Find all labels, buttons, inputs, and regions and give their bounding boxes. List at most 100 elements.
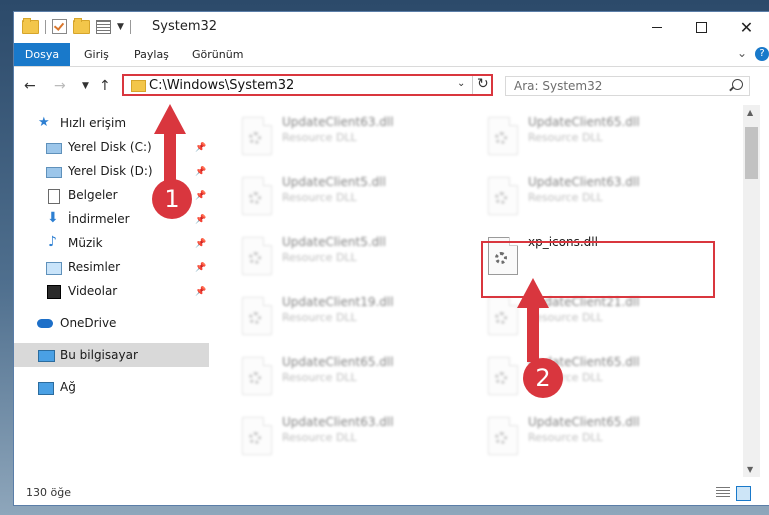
sidebar-item-network[interactable]: Ağ: [14, 375, 209, 399]
file-name: UpdateClient65.dll: [282, 355, 394, 369]
sidebar-item-this-pc[interactable]: Bu bilgisayar: [14, 343, 209, 367]
gear-icon: [249, 372, 261, 384]
file-name: UpdateClient63.dll: [282, 115, 394, 129]
sidebar-item-label: İndirmeler: [68, 212, 130, 226]
address-divider: [472, 76, 473, 94]
file-type: Resource DLL: [528, 131, 603, 144]
list-item[interactable]: UpdateClient5.dll Resource DLL: [210, 227, 440, 277]
tab-home[interactable]: Giriş: [74, 43, 119, 66]
new-folder-icon[interactable]: [73, 17, 90, 34]
properties-icon[interactable]: [96, 19, 111, 34]
list-item[interactable]: UpdateClient5.dll Resource DLL: [210, 167, 440, 217]
file-name: UpdateClient19.dll: [282, 295, 394, 309]
up-arrow-icon[interactable]: ↑: [99, 78, 111, 94]
status-bar: 130 öğe: [14, 481, 769, 505]
gear-icon: [249, 312, 261, 324]
back-arrow-icon[interactable]: ←: [24, 78, 36, 94]
file-type: Resource DLL: [282, 251, 357, 264]
scroll-up-arrow-icon[interactable]: ▲: [747, 108, 753, 117]
video-icon: [47, 285, 61, 299]
minimize-button[interactable]: [634, 12, 679, 43]
list-item[interactable]: UpdateClient63.dll Resource DLL: [210, 407, 440, 457]
close-button[interactable]: ✕: [724, 12, 769, 43]
details-view-icon[interactable]: [716, 487, 730, 498]
step-2-badge: 2: [523, 358, 563, 398]
large-icons-view-icon[interactable]: [736, 486, 751, 501]
navigation-bar: ← → ▼ ↑ C:\Windows\System32 ⌄ ↻ Ara: Sys…: [14, 67, 769, 103]
drive-icon: [46, 167, 62, 178]
toolbar-divider: [129, 19, 131, 34]
sidebar-item-onedrive[interactable]: OneDrive: [14, 311, 209, 335]
sidebar-item-pictures[interactable]: Resimler 📌: [14, 255, 209, 279]
sidebar-item-music[interactable]: ♪ Müzik 📌: [14, 231, 209, 255]
file-type: Resource DLL: [282, 311, 357, 324]
cloud-icon: [37, 319, 53, 328]
gear-icon: [495, 432, 507, 444]
dll-file-icon: [488, 417, 518, 455]
address-dropdown-chevron-icon[interactable]: ⌄: [457, 78, 465, 89]
dll-file-icon: [242, 297, 272, 335]
search-input[interactable]: Ara: System32: [505, 76, 750, 96]
dll-file-icon: [242, 117, 272, 155]
list-item[interactable]: UpdateClient65.dll Resource DLL: [456, 347, 686, 397]
tab-share[interactable]: Paylaş: [124, 43, 179, 66]
download-icon: ⬇: [47, 210, 59, 226]
search-icon[interactable]: [732, 79, 743, 90]
dll-file-icon: [488, 297, 518, 335]
help-icon[interactable]: ?: [755, 47, 769, 61]
file-name: UpdateClient63.dll: [528, 175, 640, 189]
forward-arrow-icon[interactable]: →: [54, 78, 66, 94]
file-type: Resource DLL: [282, 131, 357, 144]
pin-icon[interactable]: 📌: [195, 167, 206, 177]
sidebar-item-local-disk-c[interactable]: Yerel Disk (C:) 📌: [14, 135, 209, 159]
gear-icon: [495, 372, 507, 384]
properties-check-icon[interactable]: [52, 19, 67, 34]
file-type: Resource DLL: [528, 431, 603, 444]
pin-icon[interactable]: 📌: [195, 143, 206, 153]
title-bar: ▼ System32 ✕: [14, 12, 769, 43]
vertical-scrollbar[interactable]: ▲ ▼: [743, 105, 760, 477]
network-icon: [38, 382, 54, 395]
customize-toolbar-chevron-icon[interactable]: ▼: [117, 22, 124, 32]
tab-view[interactable]: Görünüm: [182, 43, 253, 66]
sidebar-item-videos[interactable]: Videolar 📌: [14, 279, 209, 303]
recent-locations-chevron-icon[interactable]: ▼: [82, 81, 89, 91]
pin-icon[interactable]: 📌: [195, 215, 206, 225]
pin-icon[interactable]: 📌: [195, 191, 206, 201]
address-bar[interactable]: C:\Windows\System32 ⌄ ↻: [122, 74, 493, 96]
xp-icons-highlight-box: [481, 241, 715, 298]
ribbon-expand-chevron-icon[interactable]: ⌄: [737, 46, 747, 60]
folder-icon: [22, 17, 39, 34]
sidebar-item-label: Yerel Disk (D:): [68, 164, 153, 178]
address-path[interactable]: C:\Windows\System32: [149, 78, 294, 93]
gear-icon: [249, 252, 261, 264]
drive-icon: [46, 143, 62, 154]
scrollbar-thumb[interactable]: [745, 127, 758, 179]
list-item[interactable]: UpdateClient63.dll Resource DLL: [456, 167, 686, 217]
window-title: System32: [152, 19, 218, 34]
sidebar-item-local-disk-d[interactable]: Yerel Disk (D:) 📌: [14, 159, 209, 183]
dll-file-icon: [242, 417, 272, 455]
list-item[interactable]: UpdateClient63.dll Resource DLL: [210, 107, 440, 157]
list-item[interactable]: UpdateClient65.dll Resource DLL: [210, 347, 440, 397]
file-name: UpdateClient5.dll: [282, 235, 386, 249]
pin-icon[interactable]: 📌: [195, 239, 206, 249]
scroll-down-arrow-icon[interactable]: ▼: [747, 465, 753, 474]
folder-icon: [131, 80, 146, 92]
pin-icon[interactable]: 📌: [195, 263, 206, 273]
list-item[interactable]: UpdateClient65.dll Resource DLL: [456, 407, 686, 457]
file-type: Resource DLL: [528, 191, 603, 204]
maximize-button[interactable]: [679, 12, 724, 43]
file-type: Resource DLL: [282, 191, 357, 204]
file-name: UpdateClient63.dll: [282, 415, 394, 429]
tab-file[interactable]: Dosya: [14, 43, 70, 66]
sidebar-item-quick-access[interactable]: ★ Hızlı erişim: [14, 111, 209, 135]
refresh-icon[interactable]: ↻: [477, 76, 489, 92]
list-item[interactable]: UpdateClient65.dll Resource DLL: [456, 107, 686, 157]
document-icon: [48, 189, 60, 204]
gear-icon: [249, 132, 261, 144]
gear-icon: [495, 132, 507, 144]
navigation-pane: ★ Hızlı erişim Yerel Disk (C:) 📌 Yerel D…: [14, 105, 209, 477]
pin-icon[interactable]: 📌: [195, 287, 206, 297]
list-item[interactable]: UpdateClient19.dll Resource DLL: [210, 287, 440, 337]
